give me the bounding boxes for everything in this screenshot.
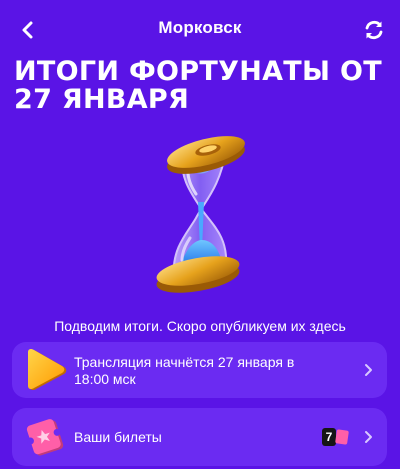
broadcast-text: Трансляция начнётся 27 января в 18:00 мс… [74,354,295,387]
play-icon [28,349,67,391]
ticket-count-badge: 7 [322,428,349,446]
refresh-icon [365,20,383,40]
mini-ticket-icon [335,429,349,445]
top-bar: Морковск [0,0,400,58]
refresh-button[interactable] [360,16,388,44]
chevron-right-icon [365,364,372,376]
tickets-card[interactable]: Ваши билеты 7 [12,408,387,466]
broadcast-card[interactable]: Трансляция начнётся 27 января в 18:00 мс… [12,342,387,398]
chevron-right-icon [365,431,372,443]
hourglass-icon [156,136,245,293]
status-message: Подводим итоги. Скоро опубликуем их здес… [54,318,346,334]
ticket-count: 7 [322,428,336,446]
page-title: Морковск [158,18,242,37]
tickets-label: Ваши билеты [74,429,162,445]
ticket-icon [26,419,64,456]
results-headline: Итоги Фортунаты от 27 января [14,56,382,115]
